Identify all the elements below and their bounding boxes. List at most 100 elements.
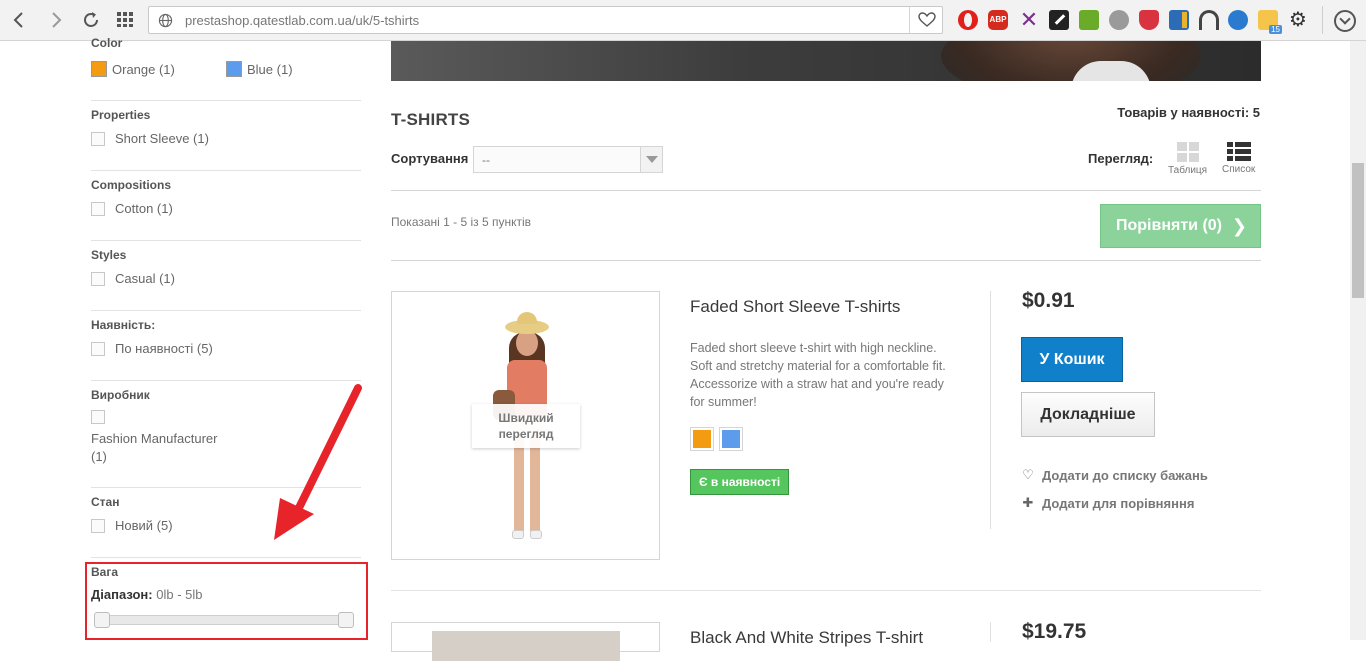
compare-button[interactable]: Порівняти (0) ❯ — [1100, 204, 1261, 248]
filter-new[interactable]: Новий (5) — [91, 518, 173, 533]
downloads-icon[interactable] — [1334, 10, 1356, 32]
divider — [990, 622, 991, 642]
product-image[interactable]: Швидкий перегляд — [391, 291, 660, 560]
address-bar[interactable]: prestashop.qatestlab.com.ua/uk/5-tshirts — [148, 6, 943, 34]
divider — [391, 190, 1261, 191]
divider — [91, 240, 361, 241]
divider — [91, 170, 361, 171]
sort-select[interactable]: -- — [473, 146, 663, 173]
scrollbar-thumb[interactable] — [1352, 163, 1364, 298]
filter-label: Casual (1) — [115, 271, 175, 286]
compare-button-label: Порівняти (0) — [1116, 217, 1222, 234]
divider — [91, 310, 361, 311]
product-name[interactable]: Faded Short Sleeve T-shirts — [690, 297, 900, 317]
divider — [990, 291, 991, 529]
vpn-globe-icon[interactable] — [1109, 10, 1129, 30]
edit-extension-icon[interactable] — [1049, 10, 1069, 30]
filter-cotton[interactable]: Cotton (1) — [91, 201, 173, 216]
product-description: Faded short sleeve t-shirt with high nec… — [690, 341, 946, 409]
view-grid-label: Таблиця — [1168, 165, 1208, 176]
chevron-down-icon — [640, 147, 662, 172]
download-extension-icon[interactable] — [1258, 10, 1283, 34]
view-label: Перегляд: — [1088, 151, 1154, 166]
filter-color-orange[interactable]: Orange (1) — [91, 61, 175, 77]
compare-label: Додати для порівняння — [1042, 495, 1195, 511]
world-extension-icon[interactable] — [1228, 10, 1248, 30]
filter-label: Short Sleeve (1) — [115, 131, 209, 146]
orange-swatch — [91, 61, 107, 77]
more-details-button[interactable]: Докладніше — [1021, 392, 1155, 437]
category-title: T-SHIRTS — [391, 110, 471, 129]
view-grid-button[interactable]: Таблиця — [1168, 142, 1207, 176]
wishlist-label: Додати до списку бажань — [1042, 467, 1208, 483]
blue-swatch — [226, 61, 242, 77]
sort-selected-value: -- — [482, 153, 490, 167]
checkbox[interactable] — [91, 341, 105, 356]
product-price: $0.91 — [1022, 289, 1075, 312]
opera-extension-icon[interactable] — [958, 10, 978, 30]
product-name[interactable]: Black And White Stripes T-shirt — [690, 628, 923, 648]
banner-image — [941, 41, 1201, 81]
divider — [91, 100, 361, 101]
filter-title-properties: Properties — [91, 108, 151, 122]
filter-manufacturer-checkbox-row[interactable] — [91, 410, 115, 424]
product-image[interactable] — [391, 622, 660, 661]
divider — [391, 590, 1261, 591]
x-extension-icon[interactable]: ✕ — [1019, 9, 1039, 31]
adblock-plus-icon[interactable]: ABP — [988, 10, 1008, 30]
quick-view-button[interactable]: Швидкий перегляд — [472, 404, 580, 448]
checkbox[interactable] — [91, 131, 105, 146]
plus-icon: ✚ — [1022, 495, 1034, 510]
view-list-button[interactable]: Список — [1222, 142, 1255, 175]
speed-dial-grid-icon[interactable] — [115, 9, 137, 31]
filter-casual[interactable]: Casual (1) — [91, 271, 175, 286]
color-orange-swatch[interactable] — [690, 427, 714, 451]
green-extension-icon[interactable] — [1079, 10, 1099, 30]
color-blue-swatch[interactable] — [719, 427, 743, 451]
filter-label: Orange (1) — [112, 61, 175, 77]
category-banner — [391, 41, 1261, 81]
checkbox[interactable] — [91, 410, 105, 424]
headphones-icon[interactable] — [1199, 10, 1219, 30]
shield-extension-icon[interactable] — [1139, 10, 1159, 30]
checkbox[interactable] — [91, 201, 105, 216]
availability-badge: Є в наявності — [690, 469, 790, 495]
gear-icon[interactable]: ⚙ — [1288, 10, 1308, 30]
annotation-arrow-icon — [274, 384, 362, 540]
filter-title-availability: Наявність: — [91, 318, 156, 332]
filter-label: По наявності (5) — [115, 341, 213, 356]
filter-title-color: Color — [91, 36, 123, 50]
reload-icon[interactable] — [80, 9, 102, 31]
page-scrollbar[interactable] — [1350, 41, 1366, 640]
checkbox[interactable] — [91, 271, 105, 286]
sort-label: Сортування — [391, 151, 469, 166]
filter-label: Fashion Manufacturer — [91, 431, 218, 446]
divider — [391, 260, 1261, 261]
filter-title-manufacturer: Виробник — [91, 388, 150, 402]
toolbar-divider — [1322, 6, 1323, 34]
filter-short-sleeve[interactable]: Short Sleeve (1) — [91, 131, 209, 146]
book-extension-icon[interactable] — [1169, 10, 1189, 30]
back-arrow-icon[interactable] — [8, 9, 30, 31]
product-color-list — [690, 427, 743, 451]
filter-fashion-manufacturer[interactable]: Fashion Manufacturer (1) — [91, 430, 217, 466]
filter-title-condition: Стан — [91, 495, 120, 509]
add-to-compare-link[interactable]: ✚ Додати для порівняння — [1021, 495, 1195, 511]
bookmark-heart-icon[interactable] — [909, 7, 942, 33]
chevron-right-icon: ❯ — [1231, 216, 1247, 236]
filter-color-blue[interactable]: Blue (1) — [226, 61, 293, 77]
filter-count: (1) — [91, 449, 107, 464]
filter-in-stock[interactable]: По наявності (5) — [91, 341, 213, 356]
filter-title-styles: Styles — [91, 248, 127, 262]
checkbox[interactable] — [91, 518, 105, 533]
browser-toolbar: prestashop.qatestlab.com.ua/uk/5-tshirts… — [0, 0, 1366, 41]
url-text: prestashop.qatestlab.com.ua/uk/5-tshirts — [185, 13, 420, 28]
add-to-cart-button[interactable]: У Кошик — [1021, 337, 1123, 382]
filter-label: Новий (5) — [115, 518, 173, 533]
divider — [91, 557, 361, 558]
add-to-wishlist-link[interactable]: ♡ Додати до списку бажань — [1021, 467, 1208, 483]
grid-icon — [1176, 142, 1199, 162]
products-count: Товарів у наявності: 5 — [1117, 105, 1260, 120]
forward-arrow-icon[interactable] — [45, 9, 67, 31]
filter-label: Blue (1) — [247, 61, 293, 77]
